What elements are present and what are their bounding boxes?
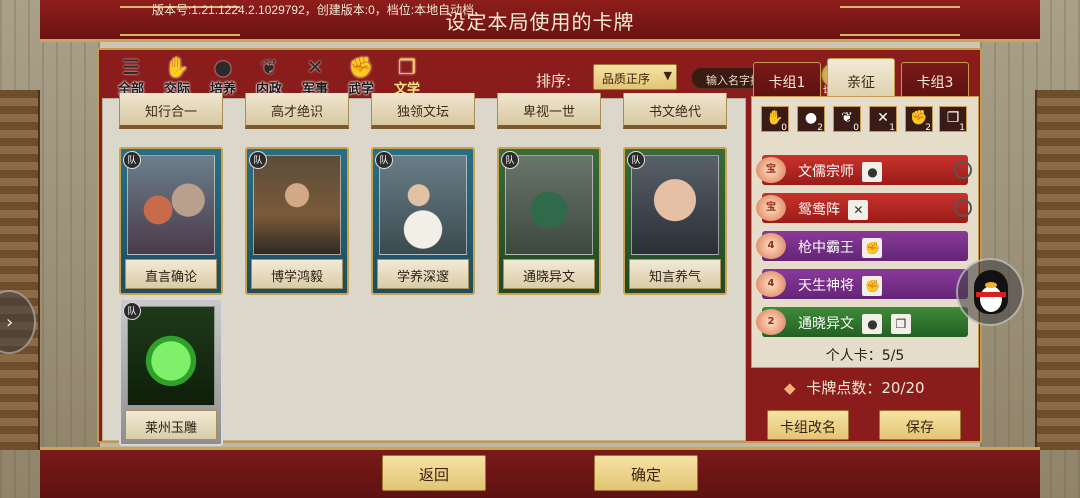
personal-card-count: 个人卡：5/5 [825,348,905,364]
deck-card-slot[interactable]: 2 通晓异文 ● ❐ [756,307,968,337]
card-name: 直言确论 [125,259,217,289]
handshake-icon: ✋ [164,55,190,79]
qq-float-button[interactable] [956,258,1024,326]
top-banner: 版本号:1.21.1224.2.1029792，创建版本:0，档位:本地自动档 … [40,0,1040,42]
card-grid: 知行合一 高才绝识 独领文坛 卑视一世 书文绝代 队 直言确论 队 博学鸿毅 队… [102,93,746,446]
card-points: ◆ 卡牌点数：20/20 [784,379,925,397]
quality-gem: 4 [756,233,786,259]
filter-tab-literature[interactable]: ❐ 文学 [387,56,427,98]
filter-tab-domestic[interactable]: ❦ 内政 [249,56,289,98]
card-badge: 队 [375,151,393,169]
card-item[interactable]: 队 莱州玉雕 [119,298,223,446]
card-art [505,155,593,255]
person-icon: ● [862,162,883,182]
back-button[interactable]: 返回 [382,455,486,491]
rename-deck-button[interactable]: 卡组改名 [767,410,849,440]
save-button[interactable]: 保存 [879,410,961,440]
tab-deck-3[interactable]: 卡组3 [901,62,969,96]
card-art [127,306,215,406]
sort-label: 排序: [536,72,572,90]
book-icon: ❐ [890,314,911,334]
tab-deck-campaign[interactable]: 亲征 [827,58,895,98]
deck-panel: ✋ 0 ● 2 ❦ 0 ✕ 1 ✊ 2 ❐ 1 宝 文儒宗师 ● 宝 鸳鸯阵 ✕ 4 枪中霸… [751,96,979,368]
card-badge: 队 [123,151,141,169]
handshake-icon: ✋ 0 [761,106,789,133]
deck-card-name: 鸳鸯阵 [798,202,840,218]
filter-tab-train[interactable]: ● 培养 [203,56,243,98]
card-badge: 队 [501,151,519,169]
card-tab[interactable]: 知行合一 [119,93,223,129]
card-art [379,155,467,255]
deck-card-name: 通晓异文 [798,316,854,332]
card-item[interactable]: 队 学养深邃 [371,147,475,295]
crossed-swords-icon: ✕ 1 [869,106,897,133]
card-badge: 队 [123,302,141,320]
card-art [253,155,341,255]
chevron-down-icon: ▼ [663,69,672,82]
chain-icon [954,199,972,217]
card-art [127,155,215,255]
card-item[interactable]: 队 知言养气 [623,147,727,295]
points-icon: ◆ [784,379,796,397]
card-item[interactable]: 队 博学鸿毅 [245,147,349,295]
type-count-row: ✋ 0 ● 2 ❦ 0 ✕ 1 ✊ 2 ❐ 1 [757,103,971,137]
card-selection-panel: ☰ 全部 ✋ 交际 ● 培养 ❦ 内政 ✕ 军事 ✊ 武学 ❐ 文学 排序: 品… [97,48,982,446]
card-tab[interactable]: 书文绝代 [623,93,727,129]
card-name: 莱州玉雕 [125,410,217,440]
fist-icon: ✊ [348,55,374,79]
deck-tabs: 卡组1 亲征 卡组3 [751,58,979,98]
card-name: 学养深邃 [377,259,469,289]
filter-tab-social[interactable]: ✋ 交际 [157,56,197,98]
filter-bar: ☰ 全部 ✋ 交际 ● 培养 ❦ 内政 ✕ 军事 ✊ 武学 ❐ 文学 排序: 品… [111,54,847,98]
book-icon: ❐ 1 [939,106,967,133]
deck-card-name: 文儒宗师 [798,164,854,180]
card-item[interactable]: 队 直言确论 [119,147,223,295]
card-item[interactable]: 队 通晓异文 [497,147,601,295]
filter-tab-all[interactable]: ☰ 全部 [111,56,151,98]
person-icon: ● [862,314,883,334]
card-name: 通晓异文 [503,259,595,289]
deck-card-name: 天生神将 [798,278,854,294]
deck-card-slot[interactable]: 宝 文儒宗师 ● [756,155,972,185]
fist-icon: ✊ [862,238,883,258]
deck-card-slot[interactable]: 4 枪中霸王 ✊ [756,231,968,261]
card-name: 知言养气 [629,259,721,289]
card-badge: 队 [249,151,267,169]
deck-card-name: 枪中霸王 [798,240,854,256]
quality-gem: 4 [756,271,786,297]
sort-dropdown[interactable]: 品质正序 ▼ [593,64,677,90]
person-icon: ● [214,55,232,79]
quality-gem: 宝 [756,195,786,221]
page-title: 设定本局使用的卡牌 [445,10,635,34]
quality-gem: 2 [756,309,786,335]
grid-icon: ☰ [122,55,140,79]
arrow-icon: › [6,312,14,333]
quality-gem: 宝 [756,157,786,183]
card-tab[interactable]: 卑视一世 [497,93,601,129]
sort-value: 品质正序 [602,72,651,86]
deck-card-slot[interactable]: 4 天生神将 ✊ [756,269,968,299]
deck-card-slot[interactable]: 宝 鸳鸯阵 ✕ [756,193,972,223]
crossed-swords-icon: ✕ [306,55,324,79]
person-icon: ● 2 [797,106,825,133]
filter-tab-military[interactable]: ✕ 军事 [295,56,335,98]
card-art [631,155,719,255]
fist-icon: ✊ [862,276,883,296]
card-tab[interactable]: 独领文坛 [371,93,475,129]
bottom-bar [40,447,1040,498]
card-name: 博学鸿毅 [251,259,343,289]
card-tab[interactable]: 高才绝识 [245,93,349,129]
filter-tab-martial[interactable]: ✊ 武学 [341,56,381,98]
book-icon: ❐ [398,55,416,79]
chain-icon [954,161,972,179]
fist-icon: ✊ 2 [905,106,933,133]
wheat-icon: ❦ 0 [833,106,861,133]
tab-deck-1[interactable]: 卡组1 [753,62,821,96]
confirm-button[interactable]: 确定 [594,455,698,491]
crossed-swords-icon: ✕ [848,200,869,220]
left-pillar [0,90,40,450]
right-pillar [1035,90,1080,450]
card-badge: 队 [627,151,645,169]
wheat-icon: ❦ [260,55,278,79]
